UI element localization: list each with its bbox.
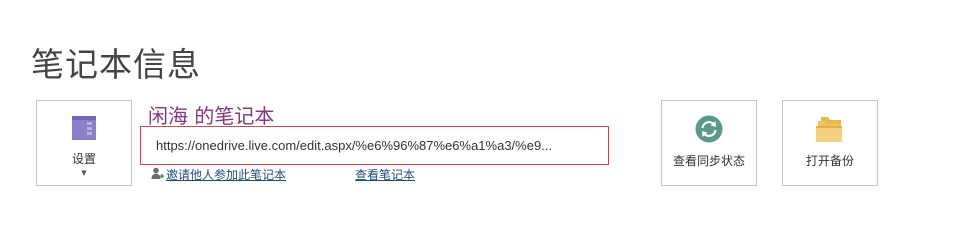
notebook-name: 闲海 的笔记本 <box>148 104 275 128</box>
chevron-down-icon: ▼ <box>81 169 87 177</box>
backup-label: 打开备份 <box>805 154 854 168</box>
invite-link[interactable]: 邀请他人参加此笔记本 <box>151 166 286 183</box>
view-notebook-link[interactable]: 查看笔记本 <box>355 166 415 183</box>
settings-label: 设置 <box>71 152 96 166</box>
sync-icon <box>695 115 723 147</box>
open-backup-button[interactable]: 打开备份 <box>782 100 878 186</box>
view-sync-status-button[interactable]: 查看同步状态 <box>661 100 757 186</box>
page-title: 笔记本信息 <box>31 45 201 84</box>
notebook-url-field[interactable]: https://onedrive.live.com/edit.aspx/%e6%… <box>140 126 609 165</box>
add-person-icon <box>151 167 164 183</box>
folder-icon <box>815 115 845 147</box>
settings-button[interactable]: 设置 ▼ <box>36 100 132 186</box>
invite-link-label: 邀请他人参加此笔记本 <box>166 168 287 182</box>
sync-label: 查看同步状态 <box>672 154 745 168</box>
notebook-icon <box>71 115 97 145</box>
